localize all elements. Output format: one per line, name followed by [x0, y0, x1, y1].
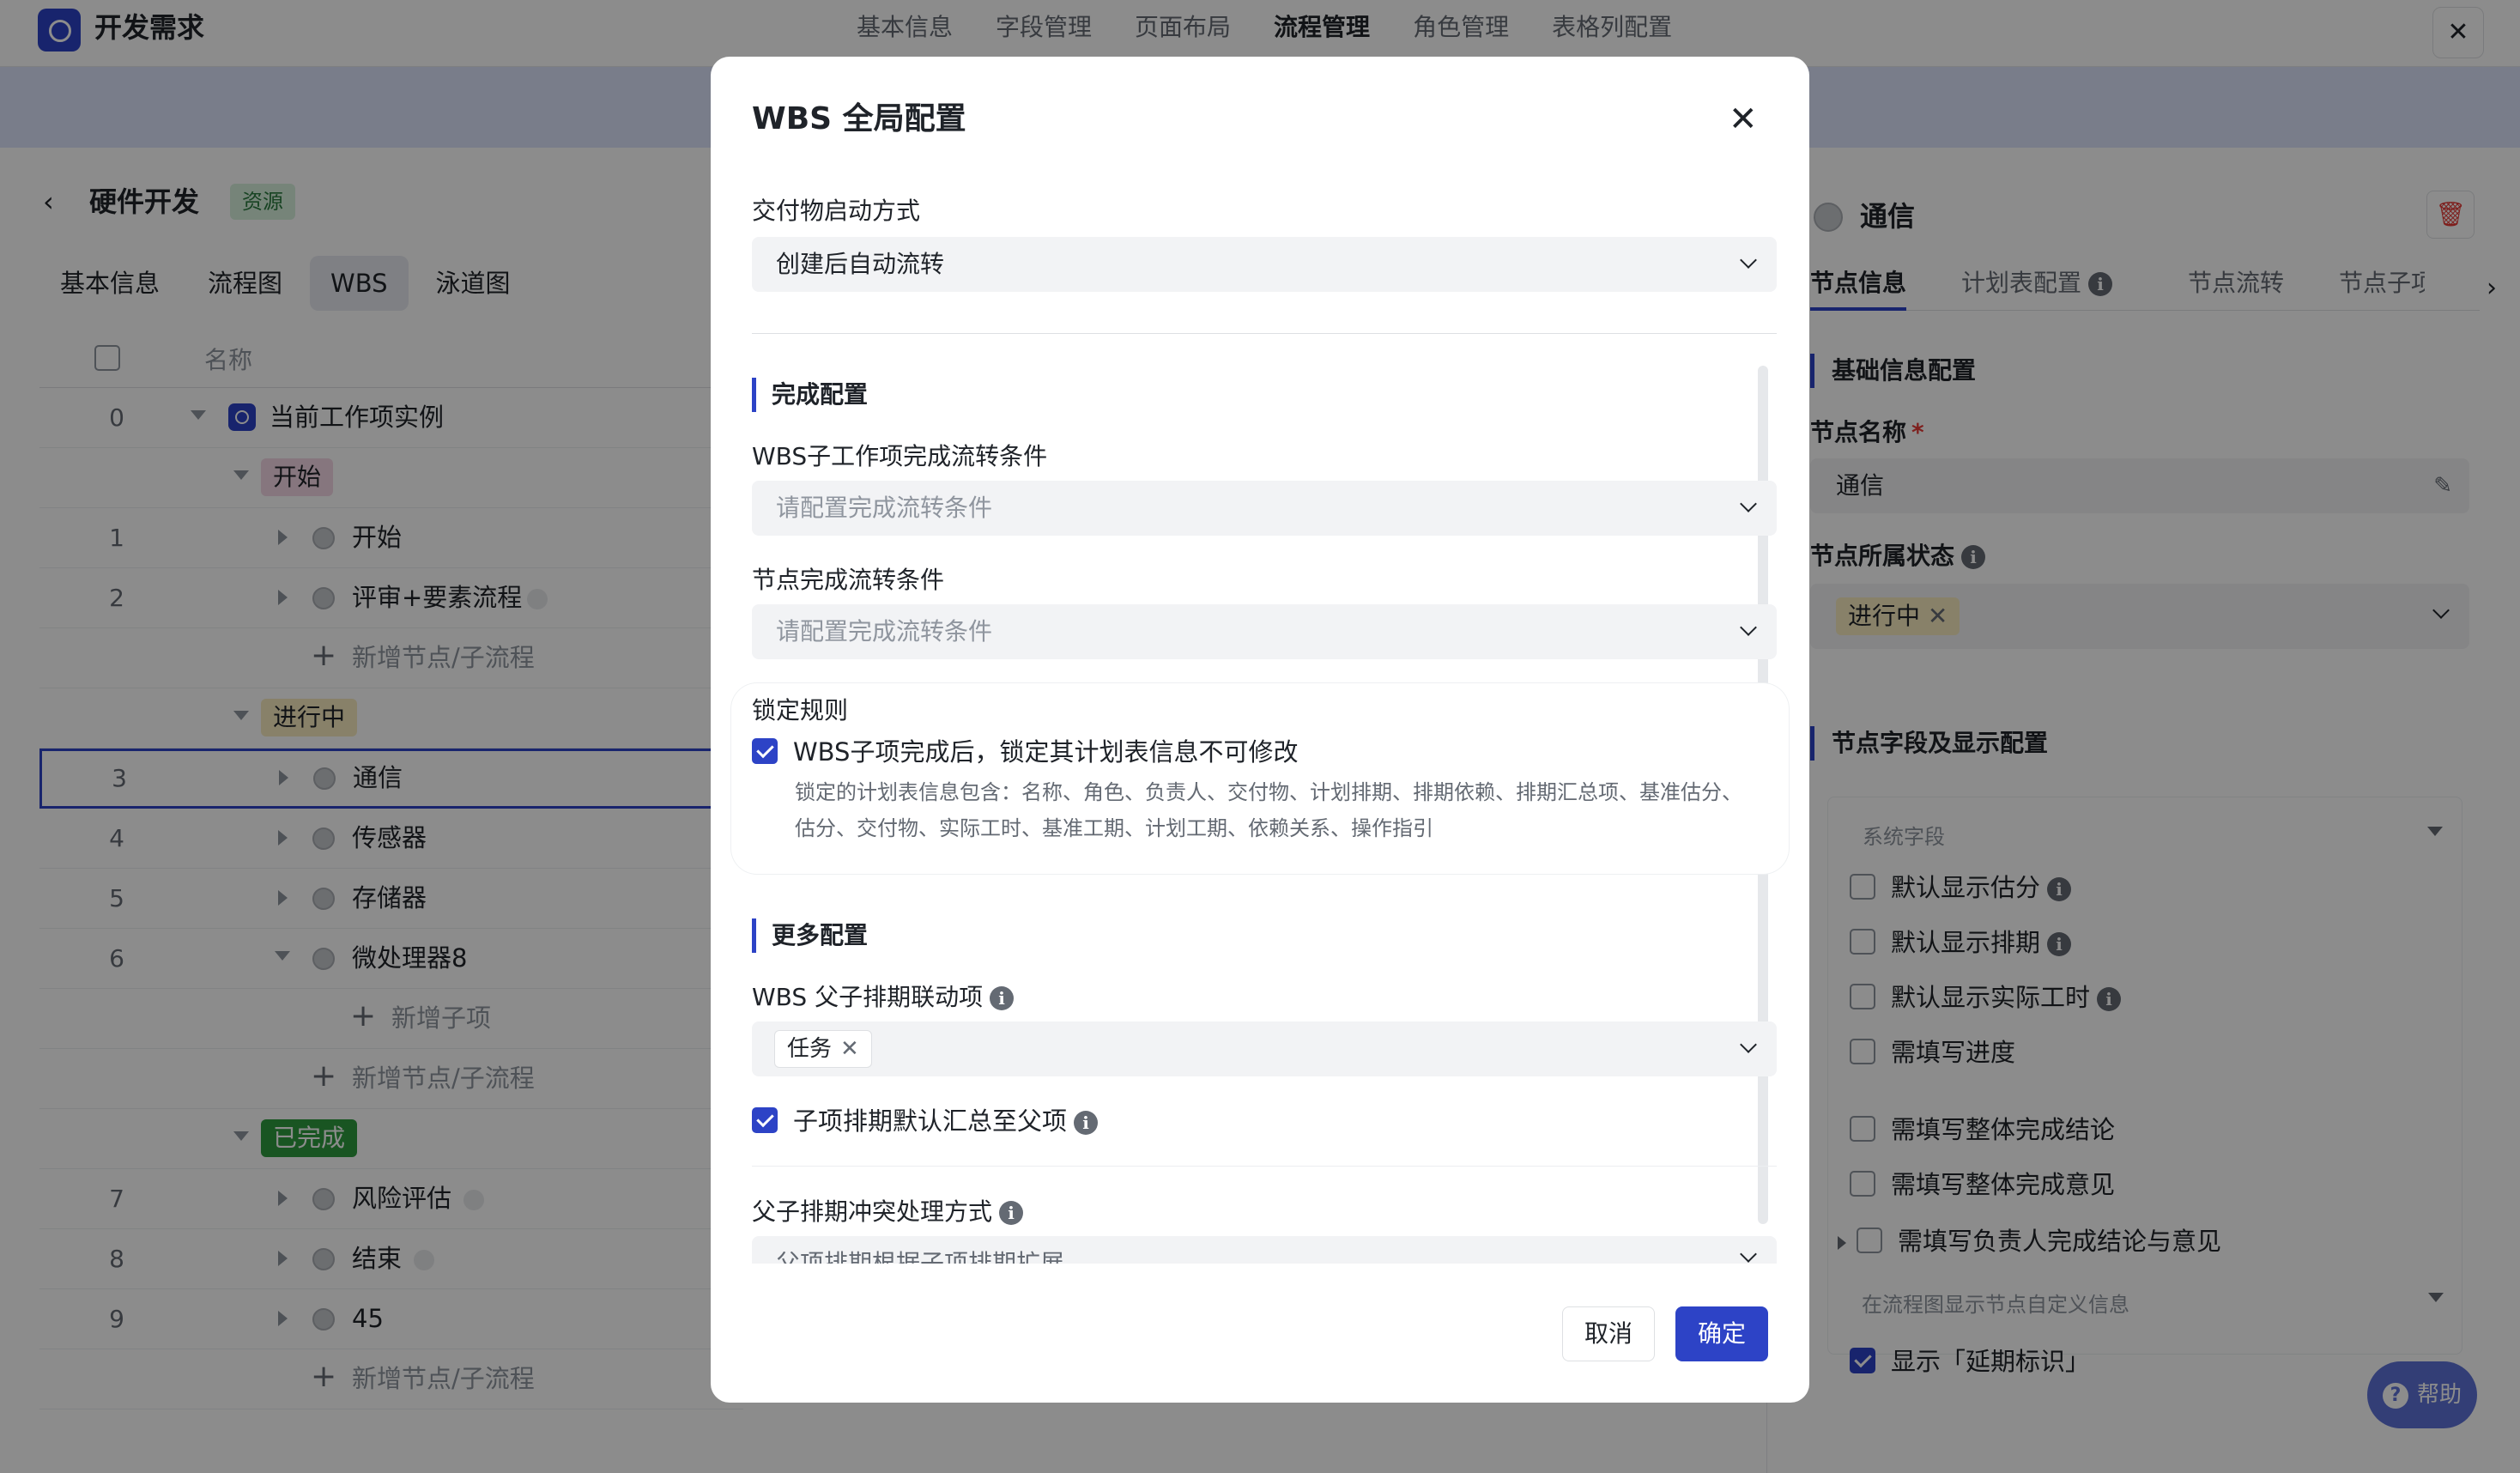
- dialog-title: WBS 全局配置: [752, 101, 966, 136]
- label-text: WBS 父子排期联动项: [752, 983, 984, 1011]
- chevron-down-icon: [1740, 1246, 1757, 1263]
- close-icon[interactable]: ✕: [1729, 100, 1758, 139]
- info-icon: i: [1074, 1111, 1099, 1135]
- chevron-down-icon: [1740, 619, 1757, 636]
- confirm-button[interactable]: 确定: [1675, 1306, 1768, 1361]
- lock-rule-card: 锁定规则 WBS子项完成后，锁定其计划表信息不可修改 锁定的计划表信息包含：名称…: [731, 683, 1789, 874]
- select-value: 创建后自动流转: [776, 250, 945, 278]
- select-placeholder: 请配置完成流转条件: [776, 617, 993, 646]
- conflict-handling-select[interactable]: 父项排期根据子项排期扩展: [752, 1236, 1777, 1264]
- label-text: 父子排期冲突处理方式: [752, 1197, 993, 1226]
- chevron-down-icon: [1740, 495, 1757, 512]
- conflict-handling-label: 父子排期冲突处理方式 i: [752, 1195, 1024, 1229]
- check-label: WBS子项完成后，锁定其计划表信息不可修改: [793, 737, 1299, 767]
- node-complete-condition-select[interactable]: 请配置完成流转条件: [752, 604, 1777, 659]
- scroll-fade: [745, 1264, 1775, 1293]
- info-icon: i: [990, 986, 1015, 1010]
- chevron-down-icon: [1740, 1036, 1757, 1053]
- tag-chip: 任务 ✕: [774, 1030, 872, 1068]
- chevron-down-icon: [1740, 252, 1757, 269]
- deliver-start-select[interactable]: 创建后自动流转: [752, 237, 1777, 292]
- lock-rule-title: 锁定规则: [752, 696, 849, 724]
- node-complete-condition-label: 节点完成流转条件: [752, 566, 945, 594]
- close-icon[interactable]: ✕: [840, 1036, 859, 1062]
- cancel-button[interactable]: 取消: [1562, 1306, 1655, 1361]
- deliver-start-label: 交付物启动方式: [752, 197, 921, 225]
- select-placeholder: 请配置完成流转条件: [776, 494, 993, 522]
- wbs-complete-condition-label: WBS子工作项完成流转条件: [752, 442, 1048, 470]
- parent-child-link-label: WBS 父子排期联动项 i: [752, 980, 1015, 1015]
- divider: [752, 333, 1777, 334]
- check-label: 子项排期默认汇总至父项: [793, 1106, 1068, 1136]
- sum-to-parent-row[interactable]: 子项排期默认汇总至父项 i: [752, 1104, 1099, 1138]
- chip-label: 任务: [787, 1036, 833, 1062]
- select-value: 父项排期根据子项排期扩展: [776, 1249, 1065, 1264]
- lock-rule-description: 锁定的计划表信息包含：名称、角色、负责人、交付物、计划排期、排期依赖、排期汇总项…: [795, 780, 1742, 840]
- checkbox[interactable]: [752, 1107, 778, 1133]
- divider: [752, 1166, 1777, 1167]
- section-more-config: 更多配置: [752, 918, 868, 953]
- lock-rule-checkbox-row[interactable]: WBS子项完成后，锁定其计划表信息不可修改: [752, 735, 1298, 769]
- section-complete-config: 完成配置: [752, 378, 868, 412]
- wbs-complete-condition-select[interactable]: 请配置完成流转条件: [752, 481, 1777, 536]
- info-icon: i: [999, 1201, 1024, 1225]
- checkbox[interactable]: [752, 738, 778, 764]
- parent-child-link-select[interactable]: 任务 ✕: [752, 1021, 1777, 1076]
- wbs-config-dialog: WBS 全局配置 ✕ 交付物启动方式 创建后自动流转 完成配置 WBS子工作项完…: [711, 57, 1809, 1403]
